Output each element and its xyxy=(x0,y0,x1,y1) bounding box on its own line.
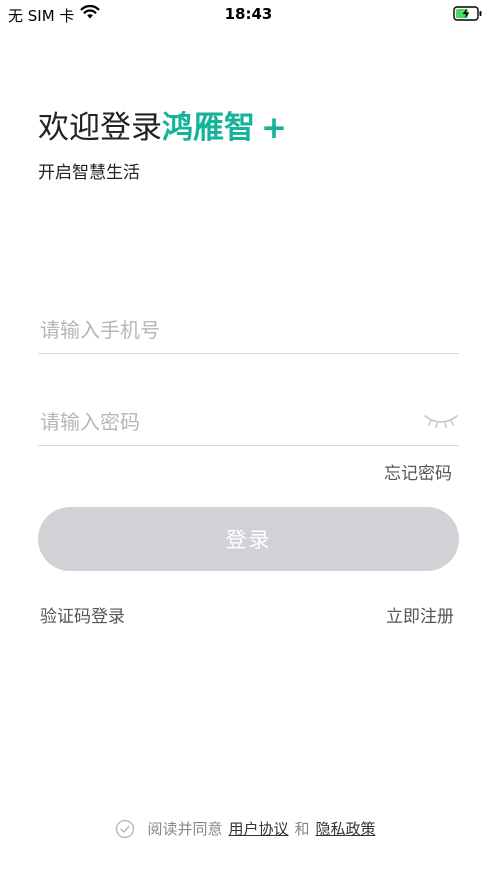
forgot-password-link[interactable]: 忘记密码 xyxy=(384,459,452,484)
login-button[interactable]: 登录 xyxy=(38,507,459,571)
agreement-row: 阅读并同意 用户协议 和 隐私政策 xyxy=(0,818,497,839)
battery-charging-icon xyxy=(453,6,483,25)
welcome-title: 欢迎登录鸿雁智 + xyxy=(38,108,287,148)
subtitle: 开启智慧生活 xyxy=(38,163,140,183)
register-link[interactable]: 立即注册 xyxy=(386,602,454,627)
welcome-prefix: 欢迎登录 xyxy=(38,110,162,146)
brand-plus: + xyxy=(261,110,287,146)
check-circle-icon[interactable] xyxy=(115,819,135,839)
agreement-and: 和 xyxy=(294,820,310,838)
status-bar: 无 SIM 卡 18:43 xyxy=(0,0,497,28)
password-input[interactable] xyxy=(38,400,408,444)
phone-input[interactable] xyxy=(38,308,459,352)
agreement-text: 阅读并同意 xyxy=(147,820,223,838)
password-field-container xyxy=(38,400,459,446)
sms-login-link[interactable]: 验证码登录 xyxy=(40,602,125,627)
eye-closed-icon[interactable] xyxy=(423,410,459,430)
phone-field-container xyxy=(38,308,459,354)
login-screen: 无 SIM 卡 18:43 欢迎登录鸿雁智 + 开启智慧生活 请输入手机号 忘记… xyxy=(0,0,497,883)
privacy-policy-link[interactable]: 隐私政策 xyxy=(316,818,376,839)
status-time: 18:43 xyxy=(224,5,273,23)
brand-name: 鸿雁智 xyxy=(162,110,255,146)
user-agreement-link[interactable]: 用户协议 xyxy=(228,818,288,839)
